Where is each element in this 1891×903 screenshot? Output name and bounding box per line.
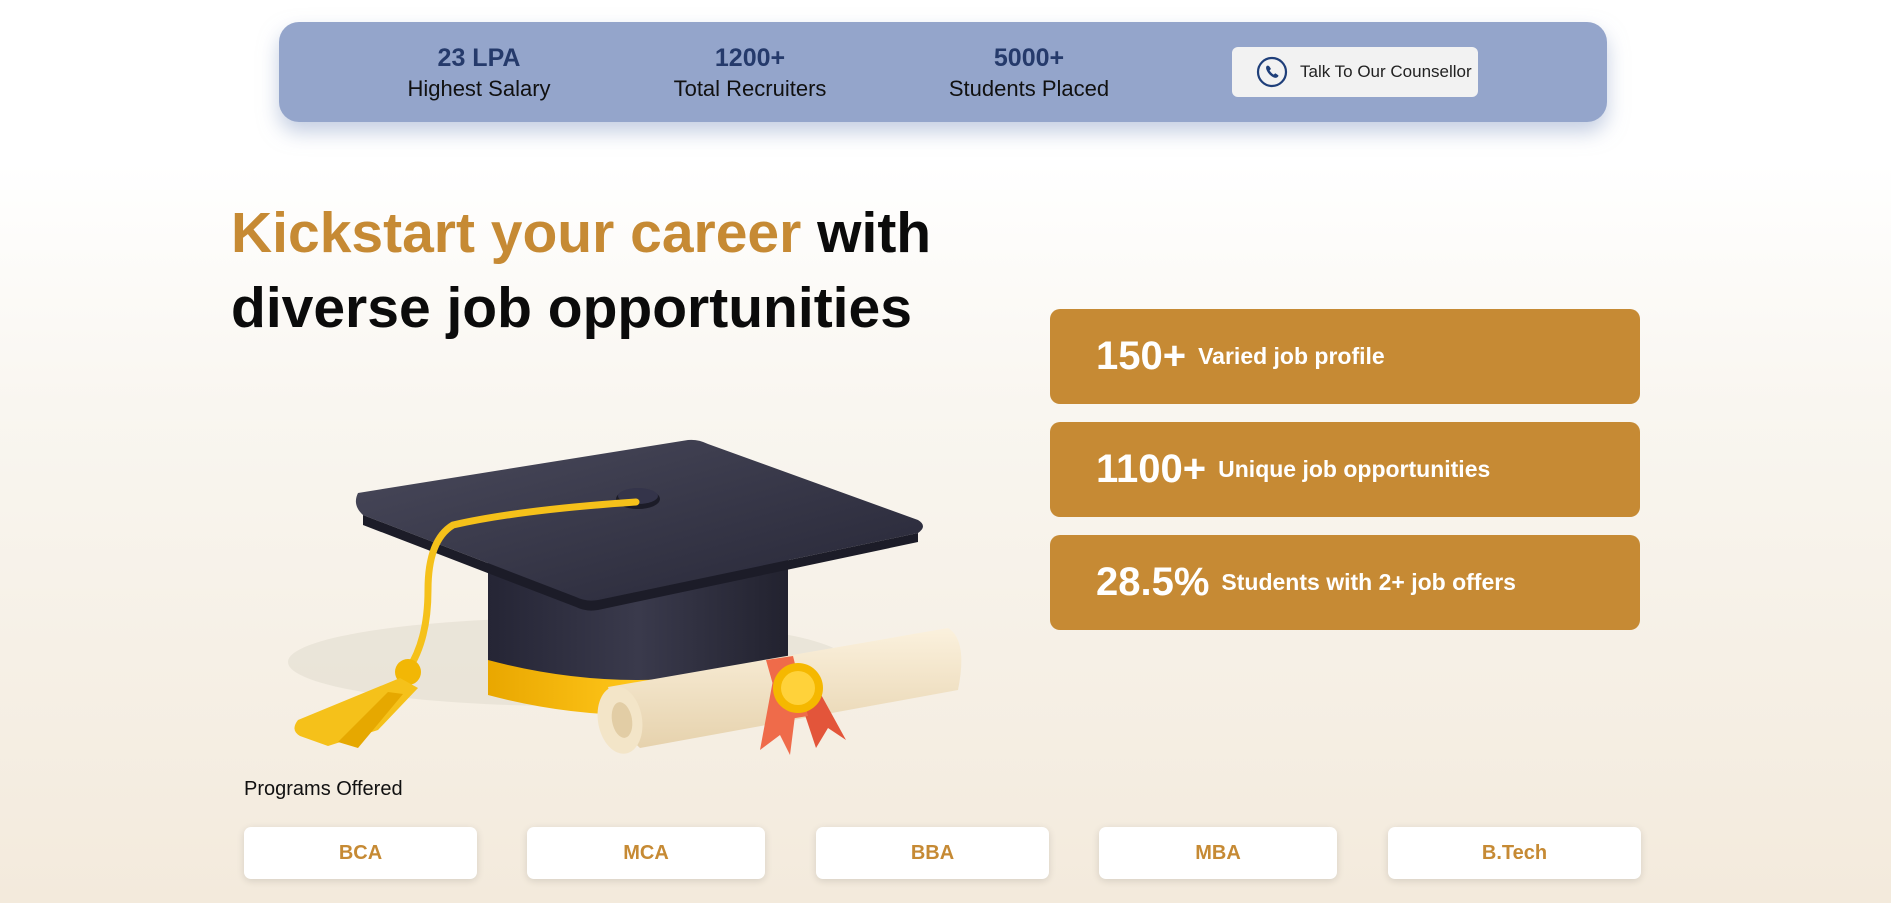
highlight-card: 1100+ Unique job opportunities (1050, 422, 1640, 517)
stat-highest-salary: 23 LPA Highest Salary (369, 42, 589, 104)
headline-text: diverse job opportunities (231, 276, 912, 340)
page-headline: Kickstart your career with diverse job op… (231, 196, 991, 346)
program-button-bba[interactable]: BBA (816, 827, 1049, 879)
program-button-mba[interactable]: MBA (1099, 827, 1337, 879)
program-button-btech[interactable]: B.Tech (1388, 827, 1641, 879)
highlight-text: Unique job opportunities (1218, 456, 1491, 482)
counsellor-label: Talk To Our Counsellor (1300, 62, 1472, 81)
program-button-mca[interactable]: MCA (527, 827, 765, 879)
highlight-card: 28.5% Students with 2+ job offers (1050, 535, 1640, 630)
stats-bar: 23 LPA Highest Salary 1200+ Total Recrui… (279, 22, 1607, 122)
programs-offered-heading: Programs Offered (244, 778, 403, 800)
stat-students-placed: 5000+ Students Placed (919, 42, 1139, 104)
headline-accent: Kickstart your career (231, 201, 802, 265)
stat-value: 1200+ (714, 44, 786, 72)
stat-value: 23 LPA (437, 44, 521, 72)
stat-label: Total Recruiters (673, 76, 827, 101)
headline-text: with (801, 201, 932, 265)
stat-label: Students Placed (948, 76, 1110, 101)
program-button-bca[interactable]: BCA (244, 827, 477, 879)
talk-to-counsellor-button[interactable]: Talk To Our Counsellor (1232, 47, 1478, 97)
highlight-number: 1100+ (1096, 447, 1207, 491)
highlight-number: 150+ (1096, 334, 1187, 378)
highlight-card: 150+ Varied job profile (1050, 309, 1640, 404)
stat-label: Highest Salary (407, 76, 551, 101)
highlight-number: 28.5% (1096, 560, 1210, 604)
phone-icon (1256, 56, 1288, 88)
stat-total-recruiters: 1200+ Total Recruiters (640, 42, 860, 104)
highlight-text: Varied job profile (1198, 343, 1385, 369)
highlight-text: Students with 2+ job offers (1221, 569, 1516, 595)
graduation-cap-illustration (288, 439, 962, 755)
stat-value: 5000+ (993, 44, 1065, 72)
